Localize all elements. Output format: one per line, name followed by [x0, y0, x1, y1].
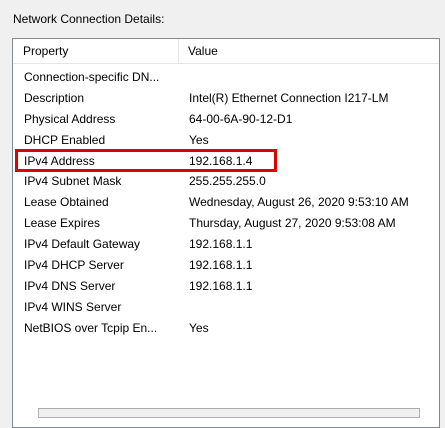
- network-details-listview[interactable]: Property Value Connection-specific DN...…: [12, 38, 440, 428]
- list-item[interactable]: DHCP Enabled Yes: [13, 130, 439, 151]
- list-item[interactable]: IPv4 WINS Server: [13, 297, 439, 318]
- property-cell: IPv4 Default Gateway: [24, 237, 141, 252]
- value-cell: Thursday, August 27, 2020 9:53:08 AM: [189, 216, 396, 231]
- property-cell: Lease Obtained: [24, 195, 109, 210]
- list-item[interactable]: IPv4 Subnet Mask 255.255.255.0: [13, 171, 439, 192]
- value-cell: 255.255.255.0: [189, 174, 266, 189]
- value-cell: [189, 297, 439, 318]
- property-column-header[interactable]: Property: [13, 39, 179, 63]
- property-cell: IPv4 Address: [24, 153, 95, 168]
- property-cell: NetBIOS over Tcpip En...: [24, 320, 158, 335]
- list-item-ipv4-address[interactable]: IPv4 Address 192.168.1.4: [13, 151, 439, 172]
- property-cell: Connection-specific DN...: [24, 70, 160, 84]
- property-cell: IPv4 DNS Server: [24, 278, 116, 293]
- value-column-header[interactable]: Value: [179, 39, 439, 63]
- section-label: Network Connection Details:: [13, 12, 165, 26]
- list-item[interactable]: Description Intel(R) Ethernet Connection …: [13, 88, 439, 109]
- property-cell: Lease Expires: [24, 216, 101, 231]
- list-item[interactable]: Connection-specific DN...: [13, 67, 439, 88]
- value-cell: 192.168.1.1: [189, 278, 253, 293]
- list-item[interactable]: Physical Address 64-00-6A-90-12-D1: [13, 109, 439, 130]
- value-cell: [189, 67, 439, 88]
- property-cell: Description: [24, 90, 85, 105]
- horizontal-scrollbar[interactable]: [38, 408, 420, 418]
- list-item[interactable]: Lease Expires Thursday, August 27, 2020 9…: [13, 213, 439, 234]
- value-cell: Yes: [189, 132, 209, 147]
- value-cell: Wednesday, August 26, 2020 9:53:10 AM: [189, 195, 409, 210]
- value-cell: Intel(R) Ethernet Connection I217-LM: [189, 90, 389, 105]
- value-cell: 64-00-6A-90-12-D1: [189, 111, 293, 126]
- list-item[interactable]: NetBIOS over Tcpip En... Yes: [13, 318, 439, 339]
- rows-container: Connection-specific DN... Description Int…: [13, 67, 439, 339]
- property-cell: Physical Address: [24, 111, 116, 126]
- property-cell: IPv4 Subnet Mask: [24, 174, 122, 189]
- list-item[interactable]: IPv4 DHCP Server 192.168.1.1: [13, 255, 439, 276]
- column-header: Property Value: [13, 39, 439, 64]
- property-cell: IPv4 WINS Server: [24, 299, 122, 314]
- value-cell: 192.168.1.4: [189, 153, 253, 168]
- value-cell: Yes: [189, 320, 209, 335]
- value-cell: 192.168.1.1: [189, 258, 253, 273]
- property-cell: IPv4 DHCP Server: [24, 258, 124, 273]
- value-cell: 192.168.1.1: [189, 237, 253, 252]
- list-item[interactable]: IPv4 Default Gateway 192.168.1.1: [13, 234, 439, 255]
- list-item[interactable]: Lease Obtained Wednesday, August 26, 2020…: [13, 192, 439, 213]
- property-cell: DHCP Enabled: [24, 132, 106, 147]
- list-item[interactable]: IPv4 DNS Server 192.168.1.1: [13, 276, 439, 297]
